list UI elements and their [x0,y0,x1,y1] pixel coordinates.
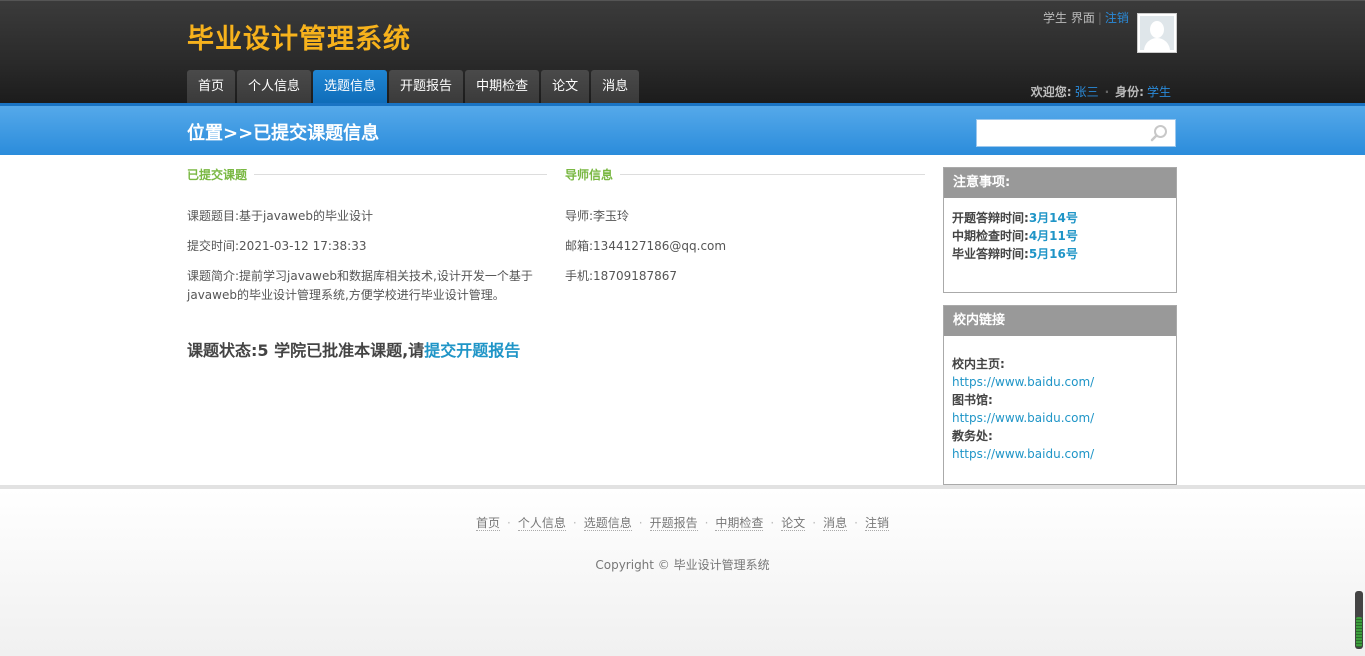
location-band: 位置>>已提交课题信息 [0,103,1365,155]
footer: 首页 · 个人信息 · 选题信息 · 开题报告 · 中期检查 · 论文 · 消息 · 注销 Copyrigh… [0,485,1365,656]
separator: · [507,516,511,530]
separator: · [638,516,643,530]
list-item: 中期检查时间:4月11号 [952,227,1168,245]
nav-item-messages[interactable]: 消息 [591,70,640,104]
footer-link-logout[interactable]: 注销 [864,516,889,531]
notice-label: 开题答辩时间: [952,211,1029,225]
tutor-email: 邮箱:1344127186@qq.com [565,239,727,253]
separator: · [770,516,775,530]
logout-link[interactable]: 注销 [1105,11,1129,25]
topic-title: 课题题目:基于javaweb的毕业设计 [187,209,374,223]
link-label: 图书馆: [952,393,993,407]
footer-link-thesis[interactable]: 论文 [781,516,806,531]
submit-time: 提交时间:2021-03-12 17:38:33 [187,239,367,253]
footer-link-home[interactable]: 首页 [476,516,501,531]
notice-box: 注意事项: 开题答辩时间:3月14号 中期检查时间:4月11号 毕业答辩时间:5… [943,167,1177,293]
main-nav: 首页 个人信息 选题信息 开题报告 中期检查 论文 消息 [187,70,641,104]
notice-value: 3月14号 [1028,211,1078,225]
box-header: 注意事项: [944,168,1176,198]
tutor-info: 导师:李玉玲 邮箱:1344127186@qq.com 手机:187091878… [565,207,925,286]
tutor-section: 导师信息 导师:李玉玲 邮箱:1344127186@qq.com 手机:1870… [565,167,925,297]
identity-label: 身份: [1115,85,1144,99]
footer-link-proposal-report[interactable]: 开题报告 [649,516,698,531]
view-label: 界面 [1070,11,1095,25]
topic-status: 课题状态:5 学院已批准本课题,请提交开题报告 [187,337,520,361]
user-role-bar: 学生 界面 | 注销 [1043,9,1129,26]
link-list: 校内主页: https://www.baidu.com/ 图书馆: https:… [944,336,1176,473]
separator: · [704,516,709,530]
link-url[interactable]: https://www.baidu.com/ [952,373,1168,391]
separator: · [812,516,817,530]
footer-link-personal-info[interactable]: 个人信息 [517,516,566,531]
copyright: Copyright © 毕业设计管理系统 [595,558,770,572]
notice-value: 5月16号 [1028,247,1078,261]
submit-proposal-link[interactable]: 提交开题报告 [424,341,520,360]
page-title: 位置>>已提交课题信息 [187,123,380,144]
footer-link-midterm-check[interactable]: 中期检查 [715,516,764,531]
separator: · [572,516,577,530]
list-item: 开题答辩时间:3月14号 [952,209,1168,227]
topic-info: 课题题目:基于javaweb的毕业设计 提交时间:2021-03-12 17:3… [187,207,547,305]
search-icon[interactable] [1150,124,1168,142]
footer-link-messages[interactable]: 消息 [823,516,848,531]
footer-link-topic-info[interactable]: 选题信息 [583,516,632,531]
links-box: 校内链接 校内主页: https://www.baidu.com/ 图书馆: h… [943,305,1177,485]
link-url[interactable]: https://www.baidu.com/ [952,409,1168,427]
nav-item-home[interactable]: 首页 [187,70,236,104]
welcome-bar: 欢迎您: 张三 · 身份: 学生 [1031,83,1177,100]
divider [620,173,925,175]
site-title: 毕业设计管理系统 [187,24,411,55]
section-title: 已提交课题 [187,167,248,182]
topic-section: 已提交课题 课题题目:基于javaweb的毕业设计 提交时间:2021-03-1… [187,167,547,316]
avatar[interactable] [1137,13,1177,53]
notice-value: 4月11号 [1028,229,1078,243]
notice-list: 开题答辩时间:3月14号 中期检查时间:4月11号 毕业答辩时间:5月16号 [944,198,1176,273]
tutor-phone: 手机:18709187867 [565,269,678,283]
section-header: 已提交课题 [187,167,547,182]
role-label: 学生 [1043,11,1068,25]
identity-link[interactable]: 学生 [1147,85,1171,99]
scrollbar-thumb[interactable] [1356,617,1362,647]
tutor-name: 导师:李玉玲 [565,209,630,223]
topic-summary: 课题简介:提前学习javaweb和数据库相关技术,设计开发一个基于javaweb… [187,269,533,302]
nav-item-personal-info[interactable]: 个人信息 [237,70,312,104]
notice-label: 毕业答辩时间: [952,247,1029,261]
user-name-link[interactable]: 张三 [1075,85,1099,99]
status-text: 课题状态:5 学院已批准本课题,请 [187,341,425,360]
top-header: 毕业设计管理系统 学生 界面 | 注销 首页 个人信息 选题信息 开题报告 中期检查… [0,0,1365,104]
welcome-label: 欢迎您: [1030,85,1072,99]
separator: · [854,516,858,530]
divider [254,173,547,175]
nav-item-midterm-check[interactable]: 中期检查 [465,70,540,104]
section-header: 导师信息 [565,167,925,182]
user-avatar-icon [1140,16,1174,50]
search-input[interactable] [977,120,1147,146]
scrollbar[interactable] [1355,591,1363,649]
box-header: 校内链接 [944,306,1176,336]
nav-item-topic-info[interactable]: 选题信息 [313,70,388,104]
link-label: 校内主页: [952,357,1005,371]
divider: | [1097,11,1102,25]
footer-nav: 首页 · 个人信息 · 选题信息 · 开题报告 · 中期检查 · 论文 · 消息 · 注销 [0,514,1365,531]
divider: · [1104,85,1110,99]
section-title: 导师信息 [565,167,614,182]
notice-label: 中期检查时间: [952,229,1029,243]
link-url[interactable]: https://www.baidu.com/ [952,445,1168,463]
search-box [976,119,1176,147]
nav-item-proposal-report[interactable]: 开题报告 [389,70,464,104]
link-label: 教务处: [952,429,993,443]
list-item: 毕业答辩时间:5月16号 [952,245,1168,263]
nav-item-thesis[interactable]: 论文 [541,70,590,104]
